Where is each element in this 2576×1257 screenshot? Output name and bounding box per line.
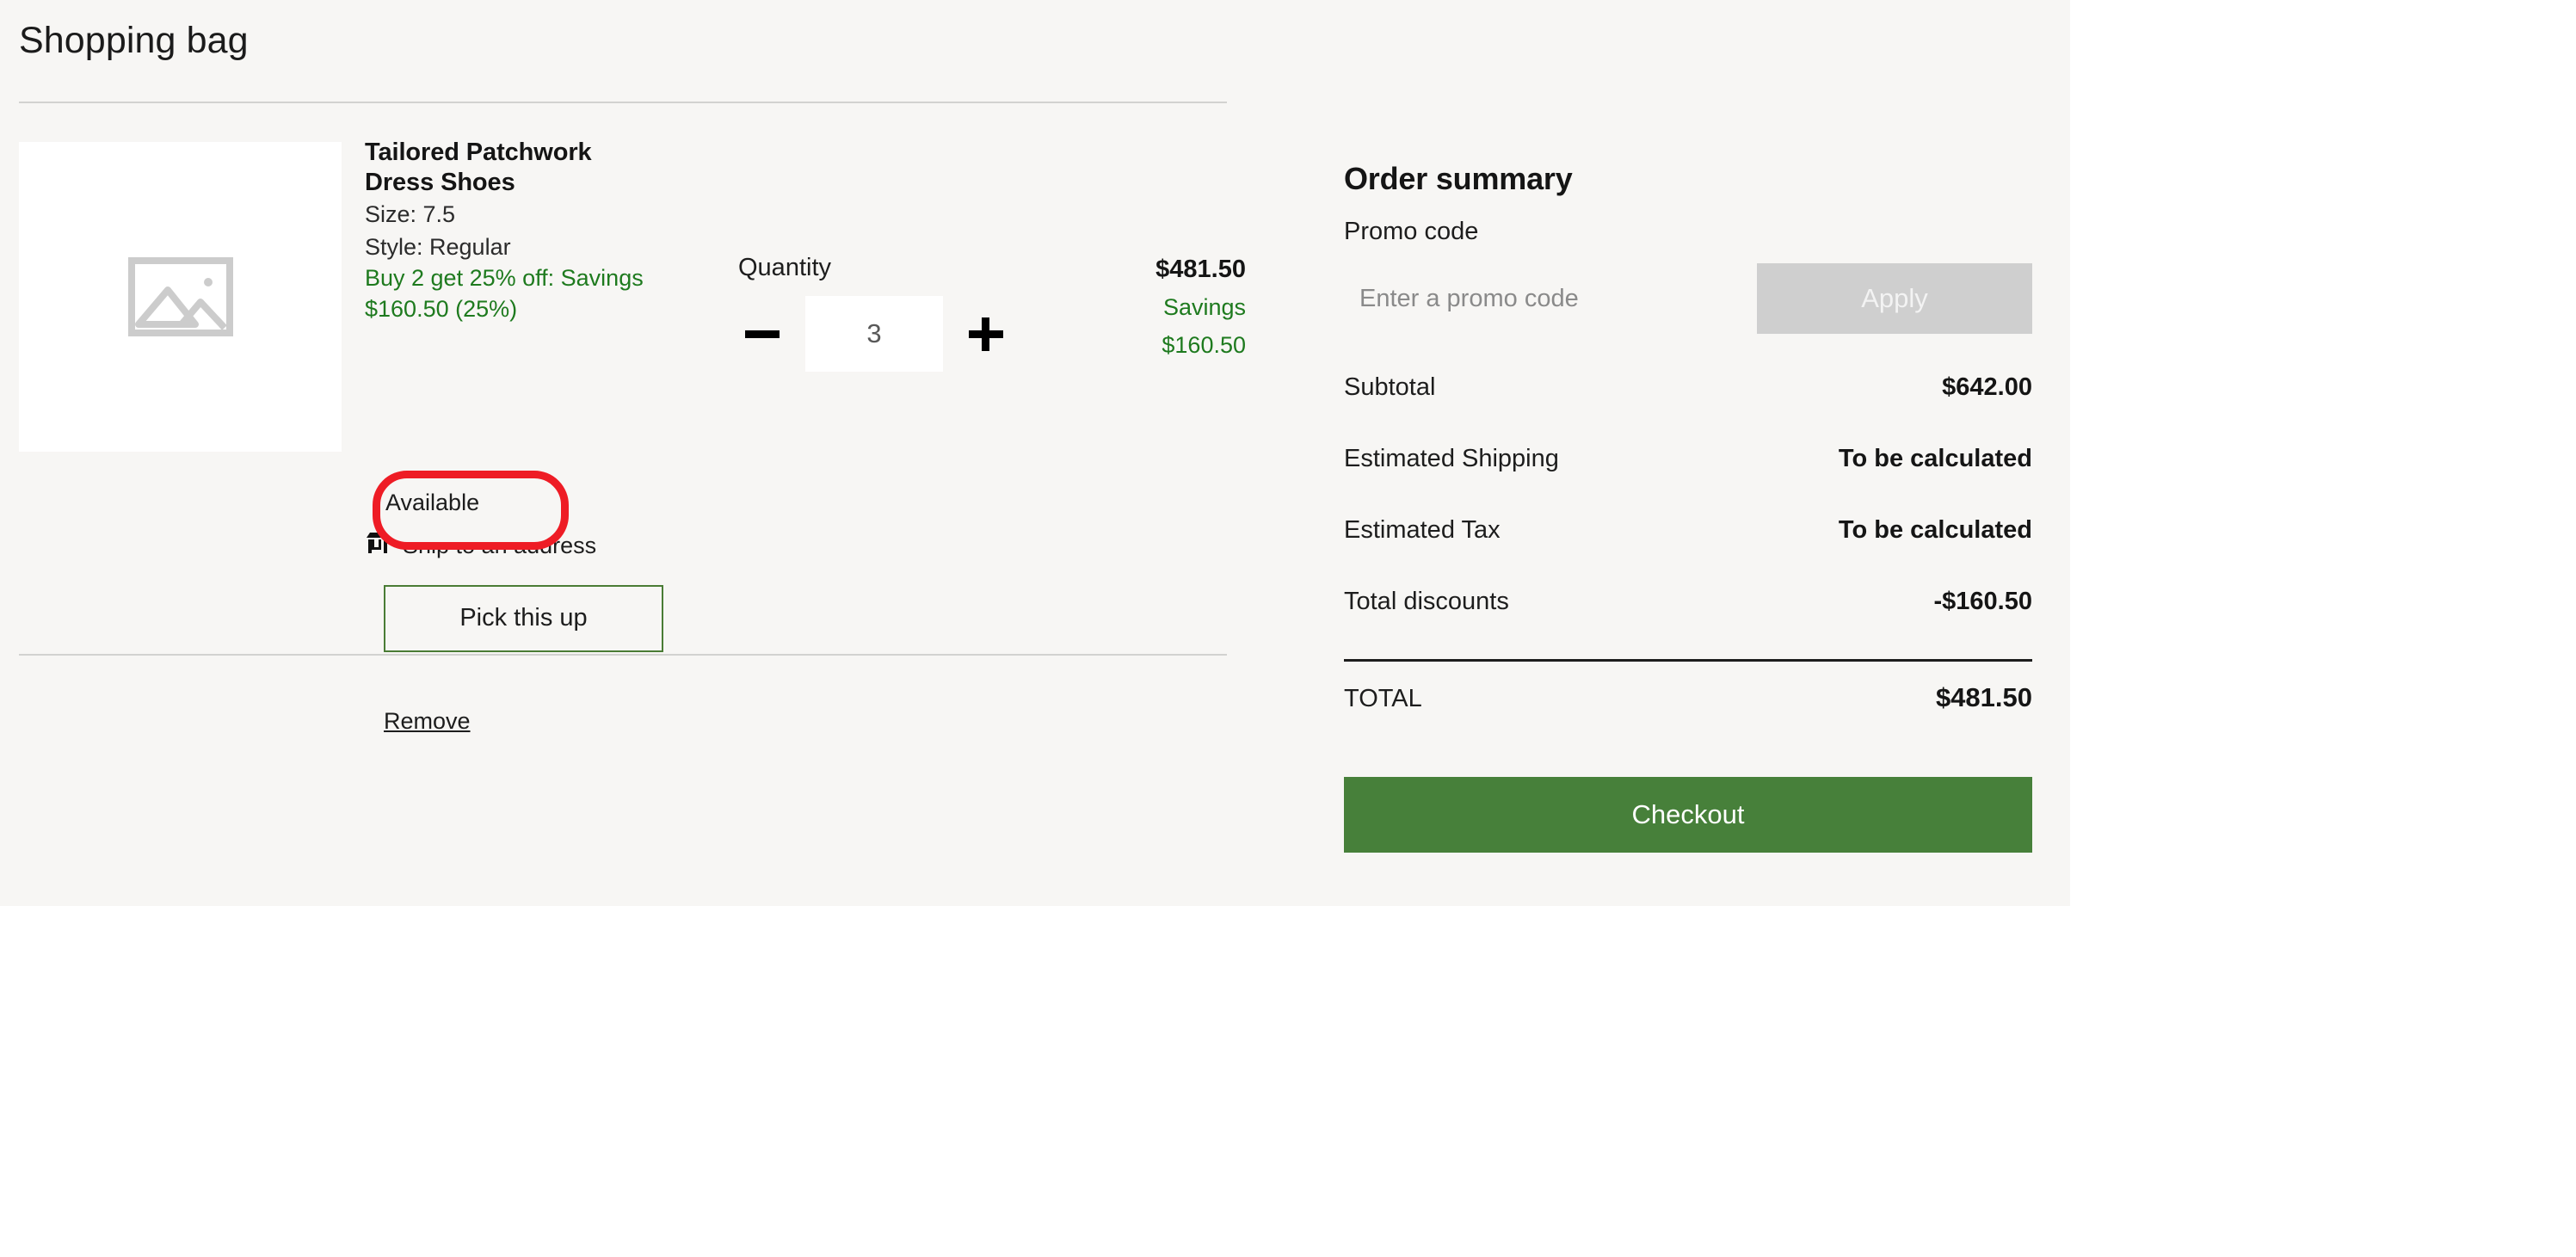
minus-icon[interactable] [738, 310, 786, 358]
item-savings-label: Savings [1162, 294, 1246, 321]
summary-value: $642.00 [1942, 373, 2032, 402]
summary-label: Estimated Tax [1344, 516, 1501, 545]
pick-this-up-button[interactable]: Pick this up [384, 584, 663, 652]
product-thumbnail[interactable] [19, 141, 342, 452]
bag-column: Shopping bag Tailored Patchwork Dress Sh… [19, 0, 1246, 734]
cart-line-item: Tailored Patchwork Dress Shoes Size: 7.5… [19, 103, 1246, 734]
total-label: TOTAL [1344, 685, 1422, 713]
summary-value: To be calculated [1838, 516, 2032, 545]
image-placeholder-icon [127, 256, 233, 336]
total-value: $481.50 [1935, 682, 2032, 713]
summary-value: -$160.50 [1933, 588, 2033, 616]
item-price-block: $481.50 Savings $160.50 [974, 254, 1246, 362]
product-name[interactable]: Tailored Patchwork Dress Shoes [365, 138, 657, 199]
promo-code-input[interactable] [1344, 263, 1740, 335]
summary-row-subtotal: Subtotal $642.00 [1344, 373, 2032, 402]
checkout-button[interactable]: Checkout [1344, 777, 2032, 853]
summary-row-tax: Estimated Tax To be calculated [1344, 516, 2032, 545]
summary-label: Subtotal [1344, 373, 1436, 402]
item-price: $481.50 [1156, 255, 1246, 283]
page-title: Shopping bag [19, 20, 249, 61]
availability-status: Available [385, 489, 480, 515]
quantity-input[interactable] [805, 295, 943, 372]
summary-row-shipping: Estimated Shipping To be calculated [1344, 445, 2032, 473]
order-summary: Order summary Promo code Apply Subtotal … [1344, 160, 2032, 853]
product-details: Tailored Patchwork Dress Shoes Size: 7.5… [365, 138, 726, 325]
summary-row-discounts: Total discounts -$160.50 [1344, 588, 2032, 616]
shopping-bag-page: Shopping bag Tailored Patchwork Dress Sh… [0, 0, 2070, 906]
item-savings-amount: $160.50 [1162, 332, 1246, 359]
product-promotion: Buy 2 get 25% off: Savings $160.50 (25%) [365, 265, 644, 323]
bag-bottom-divider [19, 653, 1227, 656]
apply-promo-button[interactable]: Apply [1757, 263, 2032, 335]
summary-total-divider [1344, 659, 2032, 662]
summary-row-total: TOTAL $481.50 [1344, 682, 2032, 713]
summary-value: To be calculated [1838, 445, 2032, 473]
promo-code-label: Promo code [1344, 218, 1479, 246]
promo-code-row: Apply [1344, 263, 2032, 335]
product-style: Style: Regular [365, 234, 511, 261]
summary-label: Total discounts [1344, 588, 1509, 616]
order-summary-title: Order summary [1344, 161, 1573, 196]
summary-label: Estimated Shipping [1344, 445, 1559, 473]
remove-item-link[interactable]: Remove [384, 708, 471, 735]
product-size: Size: 7.5 [365, 201, 456, 228]
